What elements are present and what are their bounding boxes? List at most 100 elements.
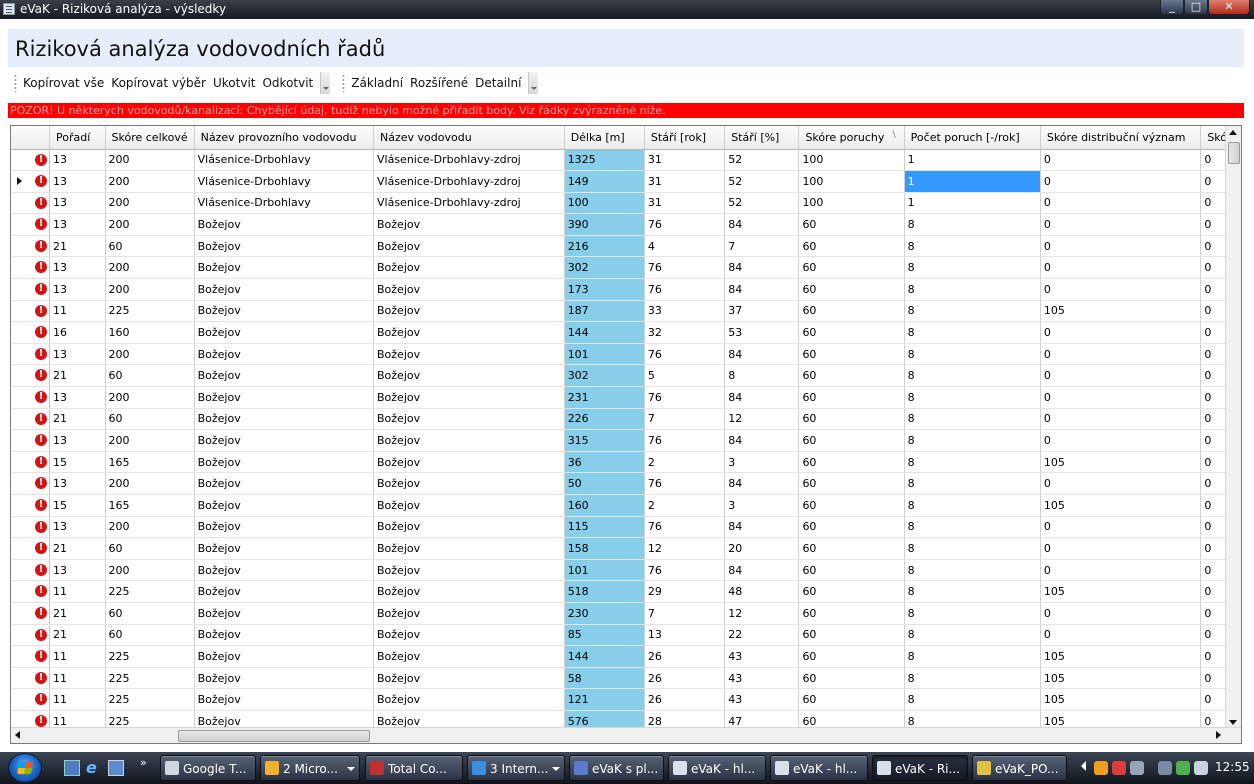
taskbar-button[interactable]: eVaK - Ri... (872, 755, 968, 781)
horizontal-scroll-thumb[interactable] (178, 730, 370, 742)
taskbar-button[interactable]: 2 Micro... (260, 755, 360, 781)
grid-cell[interactable]: Božejov (373, 559, 565, 582)
grid-cell[interactable]: Božejov (194, 213, 375, 236)
grid-cell[interactable]: 8 (904, 256, 1041, 280)
grid-cell[interactable]: 76 (644, 516, 726, 539)
grid-cell[interactable]: 100 (798, 170, 905, 193)
tray-shield-icon[interactable] (1112, 761, 1126, 775)
grid-cell[interactable]: 58 (564, 667, 645, 690)
grid-cell[interactable]: Božejov (194, 516, 375, 539)
grid-cell[interactable]: 43 (724, 645, 800, 668)
grid-cell[interactable]: 1 (904, 149, 1041, 172)
grid-cell[interactable]: 37 (724, 300, 800, 323)
grid-cell[interactable]: 60 (798, 516, 905, 539)
grid-cell[interactable]: 11 (49, 688, 106, 711)
grid-cell[interactable]: Božejov (373, 602, 565, 625)
row-header[interactable]: ! (11, 429, 50, 452)
grid-cell[interactable]: 200 (105, 256, 195, 280)
grid-cell[interactable]: 60 (798, 278, 905, 301)
grid-cell[interactable]: 13 (49, 472, 106, 495)
grid-cell[interactable]: 0 (1040, 472, 1202, 495)
table-row[interactable]: ! 21 60 Božejov Božejov 226 7 12 60 8 0 0 (11, 408, 1241, 431)
grid-cell[interactable]: 60 (798, 300, 905, 323)
taskbar-button[interactable]: Google T... (160, 755, 256, 781)
extended-view-button[interactable]: Rozšířené (408, 74, 470, 92)
grid-cell[interactable]: 8 (904, 278, 1041, 301)
grid-cell[interactable]: 144 (564, 321, 645, 344)
grid-cell[interactable]: 302 (564, 364, 645, 388)
taskbar-button[interactable]: eVaK - hl... (668, 755, 766, 781)
grid-cell[interactable]: 8 (904, 408, 1041, 431)
row-header[interactable]: ! (11, 170, 50, 193)
grid-cell[interactable]: Božejov (194, 321, 375, 344)
grid-cell[interactable]: 11 (49, 580, 106, 603)
grid-cell[interactable]: Božejov (194, 364, 375, 388)
row-header[interactable]: ! (11, 537, 50, 560)
grid-cell[interactable]: 200 (105, 170, 195, 193)
grid-cell[interactable]: Božejov (194, 408, 375, 431)
grid-cell[interactable]: 21 (49, 537, 106, 560)
grid-cell[interactable]: Božejov (194, 559, 375, 582)
grid-cell[interactable]: 12 (724, 408, 800, 431)
grid-cell[interactable]: 200 (105, 429, 195, 452)
grid-cell[interactable]: 60 (798, 624, 905, 647)
table-row[interactable]: ! 13 200 Božejov Božejov 101 76 84 60 8 0 0 (11, 559, 1241, 582)
grid-cell[interactable]: Božejov (373, 300, 565, 323)
row-header[interactable]: ! (11, 624, 50, 647)
column-header[interactable]: Stáří [%] (724, 126, 800, 150)
grid-cell[interactable]: 518 (564, 580, 645, 603)
grid-cell[interactable]: Božejov (194, 624, 375, 647)
grid-cell[interactable]: 200 (105, 343, 195, 366)
grid-cell[interactable]: Božejov (194, 235, 375, 258)
grid-cell[interactable]: 2 (644, 494, 726, 517)
detailed-view-button[interactable]: Detailní (473, 74, 523, 92)
grid-cell[interactable]: 8 (904, 429, 1041, 452)
grid-cell[interactable]: 53 (724, 321, 800, 344)
grid-cell[interactable]: 60 (798, 602, 905, 625)
grid-cell[interactable]: 84 (724, 213, 800, 236)
grid-cell[interactable]: 52 (724, 149, 800, 172)
row-header[interactable]: ! (11, 235, 50, 258)
table-row[interactable]: ! 13 200 Božejov Božejov 315 76 84 60 8 0 0 (11, 429, 1241, 452)
grid-cell[interactable]: 8 (904, 235, 1041, 258)
grid-cell[interactable]: 225 (105, 645, 195, 668)
grid-cell[interactable]: Vlásenice-Drbohlavy-zdroj (373, 192, 565, 215)
undock-button[interactable]: Odkotvit (260, 74, 315, 92)
toolbar-grip-1[interactable] (14, 74, 17, 92)
grid-cell[interactable]: 60 (798, 645, 905, 668)
tray-monitor-icon[interactable] (1130, 761, 1144, 775)
grid-cell[interactable]: 26 (644, 645, 726, 668)
grid-cell[interactable]: 60 (798, 472, 905, 495)
grid-cell[interactable]: Božejov (194, 429, 375, 452)
row-header[interactable]: ! (11, 364, 50, 388)
taskbar-button[interactable]: 3 Intern... (467, 755, 565, 781)
results-grid[interactable]: Pořadí Skóre celkové Název provozního vodo… (10, 125, 1242, 744)
grid-cell[interactable]: 60 (798, 667, 905, 690)
grid-cell[interactable]: 0 (1040, 256, 1202, 280)
grid-cell[interactable]: 52 (724, 170, 800, 193)
app-window-icon[interactable] (3, 3, 15, 15)
internet-explorer-icon[interactable]: e (86, 760, 102, 776)
grid-cell[interactable]: 13 (49, 192, 106, 215)
table-row[interactable]: ! 13 200 Vlásenice-Drbohlavy Vlásenice-Drboh… (11, 149, 1241, 172)
grid-cell[interactable]: 60 (798, 256, 905, 280)
table-row[interactable]: ! 21 60 Božejov Božejov 85 13 22 60 8 0 0 (11, 624, 1241, 647)
minimize-button[interactable]: _ (1160, 0, 1184, 15)
grid-cell[interactable]: 31 (644, 192, 726, 215)
grid-cell[interactable]: 0 (1040, 192, 1202, 215)
grid-cell[interactable]: 3 (724, 494, 800, 517)
grid-cell[interactable]: 0 (1040, 429, 1202, 452)
grid-cell[interactable]: 302 (564, 256, 645, 280)
grid-cell[interactable]: 60 (798, 494, 905, 517)
grid-cell[interactable]: 60 (105, 602, 195, 625)
row-header[interactable]: ! (11, 494, 50, 517)
grid-cell[interactable]: 13 (49, 559, 106, 582)
volume-icon[interactable] (1194, 761, 1208, 775)
row-header[interactable]: ! (11, 688, 50, 711)
grid-cell[interactable]: Božejov (194, 688, 375, 711)
grid-cell[interactable]: 7 (724, 235, 800, 258)
grid-cell[interactable]: 225 (105, 688, 195, 711)
grid-cell[interactable]: 11 (49, 645, 106, 668)
grid-cell[interactable]: 121 (564, 688, 645, 711)
grid-cell[interactable]: 76 (644, 256, 726, 280)
